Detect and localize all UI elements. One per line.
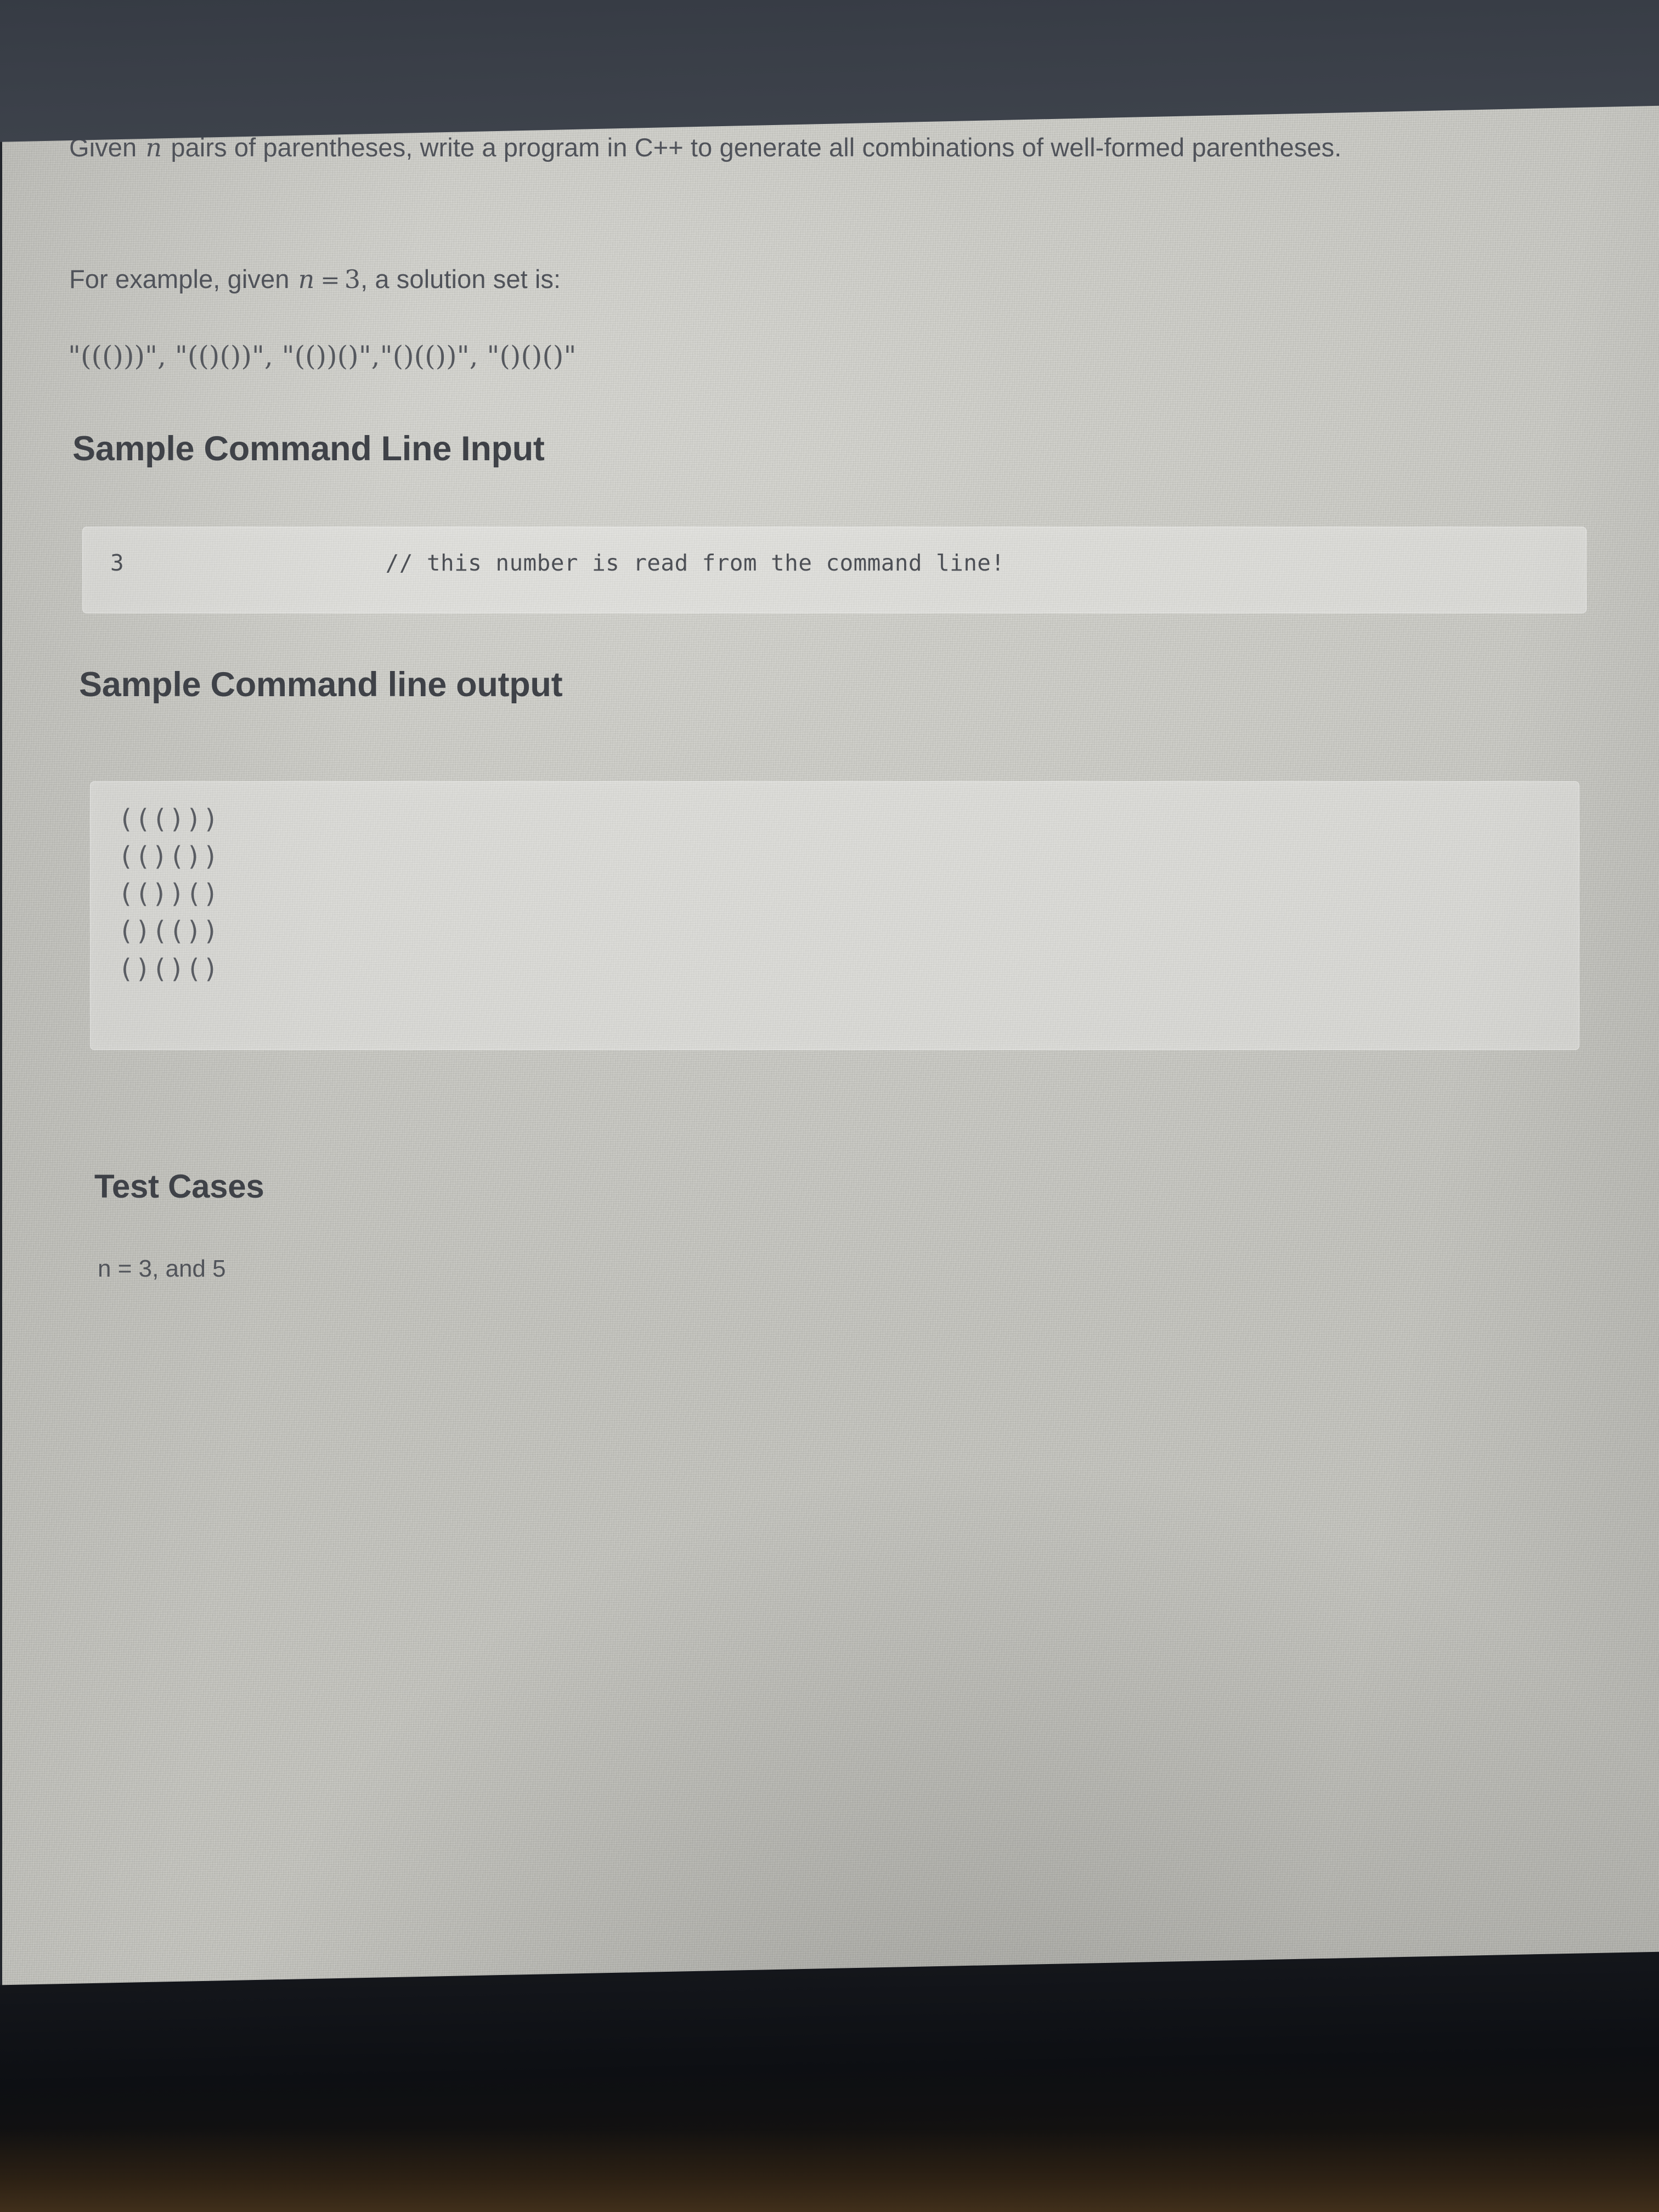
variable-n-example: n — [298, 264, 315, 294]
sample-input-code-line: 3 // this number is read from the comman… — [110, 550, 1005, 576]
output-line: (())() — [118, 878, 220, 910]
heading-sample-command-line-output: Sample Command line output — [79, 665, 563, 704]
monitor-screen — [0, 0, 1659, 2212]
example-paragraph: For example, given n = 3, a solution set i… — [69, 262, 1166, 296]
heading-test-cases: Test Cases — [94, 1168, 264, 1205]
output-line: (()()) — [118, 841, 220, 872]
example-lead: For example, given — [69, 264, 297, 294]
problem-statement-rest: pairs of parentheses, write a program in… — [163, 133, 1342, 162]
sample-output-code-block[interactable]: ((())) (()()) (())() ()(()) ()()() — [90, 781, 1579, 1050]
desk-reflection — [0, 2129, 1659, 2212]
problem-statement-paragraph: Given n pairs of parentheses, write a pr… — [69, 131, 1572, 165]
heading-sample-command-line-input: Sample Command Line Input — [72, 430, 545, 468]
monitor-bezel-left — [0, 0, 2, 2212]
sample-input-code-block[interactable]: 3 // this number is read from the comman… — [82, 527, 1587, 613]
example-trailing-text: , a solution set is: — [360, 264, 561, 294]
example-n-value: 3 — [344, 264, 361, 294]
test-cases-text: n = 3, and 5 — [98, 1255, 226, 1282]
output-line: ((())) — [118, 804, 220, 834]
equals-sign: = — [320, 267, 340, 294]
output-line: ()()() — [118, 953, 220, 984]
solution-set-line: "((()))", "(()())", "(())()","()(())", "… — [68, 340, 577, 372]
monitor-photo: Given n pairs of parentheses, write a pr… — [0, 0, 1659, 2212]
output-line: ()(()) — [118, 916, 220, 947]
